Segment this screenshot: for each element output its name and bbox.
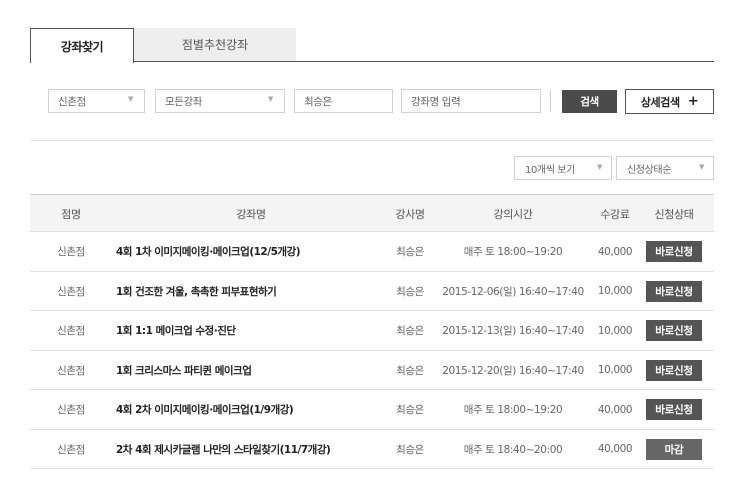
header-fee: 수강료 xyxy=(600,207,630,221)
chevron-down-icon: ▼ xyxy=(597,163,602,171)
apply-now-button[interactable]: 바로신청 xyxy=(646,359,702,381)
cell-teacher: 최승은 xyxy=(396,285,424,298)
header-status: 신청상태 xyxy=(654,207,694,221)
course-title-link[interactable]: 1회 크리스마스 파티퀸 메이크업 xyxy=(116,351,386,390)
course-title-link[interactable]: 1회 건조한 겨울, 촉촉한 피부표현하기 xyxy=(116,272,386,311)
page-size-value: 10개씩 보기 xyxy=(525,164,575,176)
cell-time: 매주 토 18:40~20:00 xyxy=(463,443,563,456)
cell-fee: 10,000 xyxy=(597,364,633,376)
cell-branch: 신촌점 xyxy=(57,246,85,258)
tab-course-search[interactable]: 강좌찾기 xyxy=(30,28,134,63)
cell-fee: 10,000 xyxy=(597,285,633,297)
search-filter-bar: 신촌점 ▼ 모든강좌 ▼ 최승은 강좌명 입력 검색 상세검색 + xyxy=(48,89,714,115)
cell-time: 2015-12-13(일) 16:40~17:40 xyxy=(442,325,584,337)
header-time: 강의시간 xyxy=(493,207,533,221)
course-table: 점명 강좌명 강사명 강의시간 수강료 신청상태 신촌점 4회 1차 이미지메이… xyxy=(30,194,714,469)
table-header: 점명 강좌명 강사명 강의시간 수강료 신청상태 xyxy=(30,194,714,232)
header-branch: 점명 xyxy=(61,207,81,221)
cell-fee: 40,000 xyxy=(597,443,633,455)
cell-time: 2015-12-20(일) 16:40~17:40 xyxy=(442,364,584,377)
cell-status: 바로신청 xyxy=(642,272,706,311)
cell-status: 바로신청 xyxy=(642,232,706,271)
chevron-down-icon: ▼ xyxy=(128,95,133,103)
cell-branch: 신촌점 xyxy=(57,404,85,416)
detail-search-label: 상세검색 xyxy=(640,95,680,109)
cell-status: 바로신청 xyxy=(642,351,706,390)
cell-branch: 신촌점 xyxy=(57,443,85,456)
page-size-select[interactable]: 10개씩 보기 ▼ xyxy=(514,156,612,180)
cell-teacher: 최승은 xyxy=(396,246,424,258)
chevron-down-icon: ▼ xyxy=(268,95,273,103)
course-title-link[interactable]: 1회 1:1 메이크업 수정·진단 xyxy=(116,311,386,350)
course-title-link[interactable]: 4회 1차 이미지메이킹·메이크업(12/5개강) xyxy=(116,232,386,271)
cell-fee: 40,000 xyxy=(597,245,633,258)
course-type-select[interactable]: 모든강좌 ▼ xyxy=(155,89,285,113)
apply-now-button[interactable]: 바로신청 xyxy=(646,320,702,341)
sort-select[interactable]: 신청상태순 ▼ xyxy=(616,156,714,180)
course-title-link[interactable]: 2차 4회 제시카글램 나만의 스타일찾기(11/7개강) xyxy=(116,430,386,469)
apply-now-button[interactable]: 바로신청 xyxy=(646,280,702,302)
apply-now-button[interactable]: 바로신청 xyxy=(646,399,702,420)
tab-bar: 강좌찾기 점별추천강좌 xyxy=(30,28,714,63)
sort-value: 신청상태순 xyxy=(627,164,672,176)
cell-time: 매주 토 18:00~19:20 xyxy=(463,246,563,258)
tab-underline xyxy=(133,61,714,62)
branch-select[interactable]: 신촌점 ▼ xyxy=(48,89,145,113)
cell-branch: 신촌점 xyxy=(57,285,85,298)
table-row: 신촌점 1회 건조한 겨울, 촉촉한 피부표현하기 최승은 2015-12-06… xyxy=(30,272,714,311)
table-row: 신촌점 1회 크리스마스 파티퀸 메이크업 최승은 2015-12-20(일) … xyxy=(30,351,714,390)
course-title-link[interactable]: 4회 2차 이미지메이킹·메이크업(1/9개강) xyxy=(116,390,386,429)
plus-icon: + xyxy=(687,94,699,109)
tab-branch-recommended[interactable]: 점별추천강좌 xyxy=(134,28,296,61)
cell-branch: 신촌점 xyxy=(57,364,85,377)
section-divider xyxy=(30,140,714,141)
teacher-input-value: 최승은 xyxy=(304,95,332,108)
cell-fee: 40,000 xyxy=(597,403,633,416)
cell-teacher: 최승은 xyxy=(396,404,424,416)
cell-teacher: 최승은 xyxy=(396,443,424,456)
closed-status-button[interactable]: 마감 xyxy=(646,438,702,460)
cell-teacher: 최승은 xyxy=(396,364,424,377)
cell-fee: 10,000 xyxy=(597,324,633,337)
table-row: 신촌점 2차 4회 제시카글램 나만의 스타일찾기(11/7개강) 최승은 매주… xyxy=(30,430,714,469)
filter-divider xyxy=(550,90,551,112)
apply-now-button[interactable]: 바로신청 xyxy=(646,241,702,262)
detail-search-button[interactable]: 상세검색 + xyxy=(625,89,714,114)
cell-time: 매주 토 18:00~19:20 xyxy=(463,404,563,416)
cell-teacher: 최승은 xyxy=(396,325,424,337)
course-name-input[interactable]: 강좌명 입력 xyxy=(401,89,541,113)
cell-time: 2015-12-06(일) 16:40~17:40 xyxy=(442,285,584,298)
course-type-select-value: 모든강좌 xyxy=(165,95,203,108)
chevron-down-icon: ▼ xyxy=(699,163,704,171)
branch-select-value: 신촌점 xyxy=(58,95,86,108)
cell-status: 마감 xyxy=(642,430,706,469)
teacher-input[interactable]: 최승은 xyxy=(294,89,393,113)
search-button[interactable]: 검색 xyxy=(562,90,617,113)
table-row: 신촌점 4회 2차 이미지메이킹·메이크업(1/9개강) 최승은 매주 토 18… xyxy=(30,390,714,430)
table-row: 신촌점 1회 1:1 메이크업 수정·진단 최승은 2015-12-13(일) … xyxy=(30,311,714,351)
cell-status: 바로신청 xyxy=(642,390,706,429)
header-title: 강좌명 xyxy=(236,207,266,221)
course-name-placeholder: 강좌명 입력 xyxy=(411,95,461,108)
cell-status: 바로신청 xyxy=(642,311,706,350)
cell-branch: 신촌점 xyxy=(57,325,85,337)
header-teacher: 강사명 xyxy=(395,207,425,221)
table-row: 신촌점 4회 1차 이미지메이킹·메이크업(12/5개강) 최승은 매주 토 1… xyxy=(30,232,714,272)
